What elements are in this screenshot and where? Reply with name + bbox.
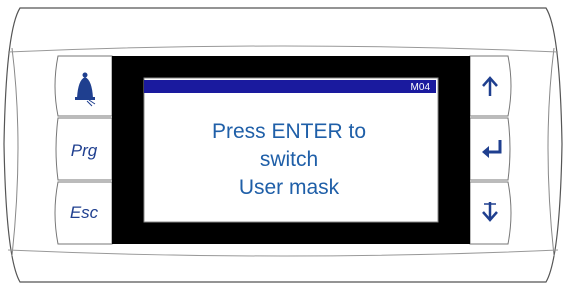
- display-line-1: Press ENTER to: [212, 120, 366, 143]
- keypad-panel: Prg Esc M04 Press ENTER to switch User m…: [3, 7, 563, 283]
- display-line-3: User mask: [239, 176, 340, 199]
- prg-label: Prg: [71, 141, 98, 160]
- prg-button[interactable]: Prg: [55, 117, 113, 181]
- down-button[interactable]: [469, 181, 512, 245]
- enter-button[interactable]: [469, 117, 511, 181]
- mask-code: M04: [411, 82, 431, 93]
- esc-button[interactable]: Esc: [54, 181, 113, 245]
- up-button[interactable]: [469, 55, 512, 117]
- esc-label: Esc: [70, 203, 99, 222]
- display-line-2: switch: [260, 148, 318, 171]
- lcd-title-bar: [144, 80, 436, 93]
- alarm-button[interactable]: [54, 55, 113, 117]
